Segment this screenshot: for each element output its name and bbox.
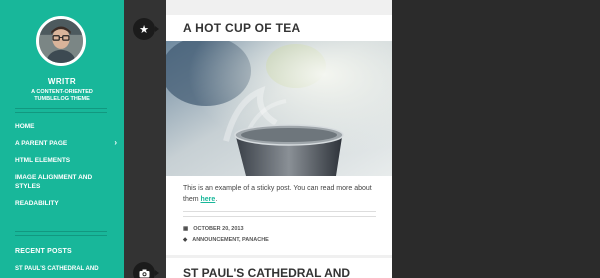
post-title[interactable]: A HOT CUP OF TEA: [183, 21, 300, 35]
page-background: [392, 0, 600, 278]
nav-item-label: A PARENT PAGE: [15, 140, 68, 147]
pointer-arrow: [155, 270, 159, 276]
content-area: A HOT CUP OF TEA This is an example of a…: [166, 0, 392, 278]
star-icon[interactable]: ★: [133, 18, 159, 40]
recent-posts-heading: RECENT POSTS: [15, 248, 72, 255]
post-sticky: A HOT CUP OF TEA This is an example of a…: [166, 15, 392, 255]
main-navigation: HOME A PARENT PAGE › HTML ELEMENTS IMAGE …: [15, 122, 117, 216]
sidebar: WRITR A CONTENT-ORIENTED TUMBLELOG THEME…: [0, 0, 124, 278]
post-excerpt: This is an example of a sticky post. You…: [183, 183, 379, 205]
sidebar-divider: [15, 231, 107, 236]
excerpt-end: .: [215, 196, 218, 203]
nav-item-label: IMAGE ALIGNMENT AND STYLES: [15, 174, 93, 190]
nav-item-label: HTML ELEMENTS: [15, 157, 71, 164]
chevron-right-icon[interactable]: ›: [114, 139, 117, 147]
post-featured-image[interactable]: [166, 41, 392, 176]
nav-item-html-elements[interactable]: HTML ELEMENTS: [15, 156, 113, 165]
post-second: ST PAUL'S CATHEDRAL AND: [166, 258, 392, 278]
post-date[interactable]: OCTOBER 20, 2013: [193, 226, 243, 232]
post-categories[interactable]: ANNOUNCEMENT, PANACHE: [192, 237, 269, 243]
nav-item-home[interactable]: HOME: [15, 122, 113, 131]
nav-item-image-alignment[interactable]: IMAGE ALIGNMENT AND STYLES: [15, 173, 113, 191]
camera-icon[interactable]: [133, 262, 159, 278]
tag-icon: ◆: [183, 237, 188, 243]
nav-item-parent-page[interactable]: A PARENT PAGE ›: [15, 139, 117, 148]
recent-post-link[interactable]: ST PAUL'S CATHEDRAL AND: [15, 266, 99, 272]
nav-item-label: HOME: [15, 123, 35, 130]
tea-cup-photo: [166, 41, 392, 176]
post-format-glyph: ★: [139, 23, 149, 36]
nav-item-readability[interactable]: READABILITY: [15, 199, 113, 208]
avatar[interactable]: [36, 16, 86, 66]
format-column: [124, 0, 166, 278]
post-date-line: ▦ OCTOBER 20, 2013: [183, 226, 244, 232]
calendar-icon: ▦: [183, 226, 189, 232]
nav-item-label: READABILITY: [15, 200, 59, 207]
post-title[interactable]: ST PAUL'S CATHEDRAL AND: [183, 266, 350, 278]
site-title[interactable]: WRITR: [0, 77, 124, 86]
avatar-photo: [39, 19, 83, 63]
post-categories-line: ◆ ANNOUNCEMENT, PANACHE: [183, 237, 269, 243]
camera-glyph: [139, 269, 149, 277]
pointer-arrow: [155, 26, 159, 32]
site-tagline: A CONTENT-ORIENTED TUMBLELOG THEME: [31, 89, 93, 102]
post-divider: [183, 211, 376, 217]
excerpt-link[interactable]: here: [201, 196, 216, 203]
sidebar-divider: [15, 108, 107, 113]
